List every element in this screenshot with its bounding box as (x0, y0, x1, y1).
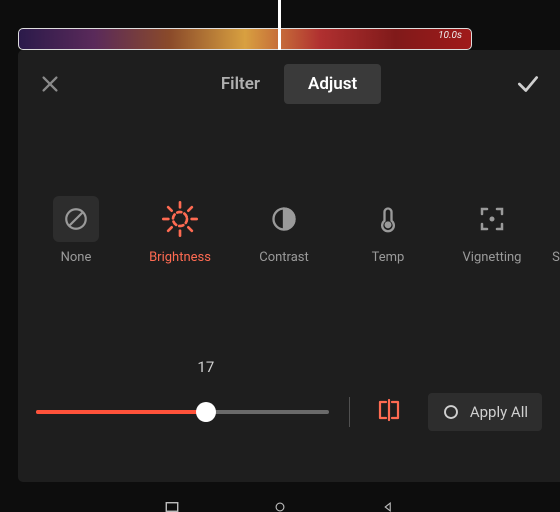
slider-value-label: 17 (197, 358, 214, 376)
adjust-option-label: Vignetting (463, 250, 522, 265)
adjust-option-none[interactable]: None (30, 196, 122, 265)
adjust-option-label: Contrast (259, 250, 309, 265)
tab-filter[interactable]: Filter (197, 64, 284, 104)
value-slider[interactable]: 17 (36, 382, 329, 442)
slider-row: 17 Apply All (36, 382, 542, 442)
home-icon[interactable] (271, 502, 289, 512)
slider-thumb[interactable] (196, 402, 216, 422)
adjust-option-label: Saturtio (552, 250, 560, 265)
check-icon (515, 71, 541, 97)
vignette-icon (477, 204, 507, 234)
adjust-option-label: Brightness (149, 250, 211, 265)
close-icon (39, 73, 61, 95)
apply-all-label: Apply All (470, 403, 528, 421)
adjust-option-brightness[interactable]: Brightness (134, 196, 226, 265)
adjust-panel: Filter Adjust None Brightn (18, 50, 560, 482)
divider (349, 397, 350, 427)
video-clip[interactable] (18, 28, 472, 50)
compare-icon (374, 397, 404, 423)
apply-all-button[interactable]: Apply All (428, 393, 542, 431)
circle-icon (442, 403, 460, 421)
close-button[interactable] (30, 64, 70, 104)
adjust-option-contrast[interactable]: Contrast (238, 196, 330, 265)
playhead[interactable] (278, 0, 281, 50)
clip-duration-label: 10.0s (438, 30, 462, 41)
tab-bar: Filter Adjust (78, 64, 500, 104)
contrast-icon (270, 205, 298, 233)
adjust-option-saturation[interactable]: Saturtio (550, 196, 560, 265)
slider-track (36, 410, 329, 414)
system-nav-bar (0, 488, 560, 512)
recent-apps-icon[interactable] (163, 502, 181, 512)
none-icon (63, 206, 89, 232)
adjust-option-label: None (61, 250, 92, 265)
compare-button[interactable] (370, 393, 408, 431)
adjust-options-row: None Brightness Contrast (18, 196, 560, 265)
slider-fill (36, 410, 206, 414)
tab-adjust[interactable]: Adjust (284, 64, 381, 104)
back-icon[interactable] (379, 502, 397, 512)
timeline-area: 10.0s (0, 0, 560, 50)
adjust-option-label: Temp (372, 250, 405, 265)
adjust-option-temp[interactable]: Temp (342, 196, 434, 265)
confirm-button[interactable] (508, 64, 548, 104)
adjust-option-vignetting[interactable]: Vignetting (446, 196, 538, 265)
brightness-icon (160, 199, 200, 239)
thermometer-icon (374, 205, 402, 233)
panel-header: Filter Adjust (18, 64, 560, 104)
